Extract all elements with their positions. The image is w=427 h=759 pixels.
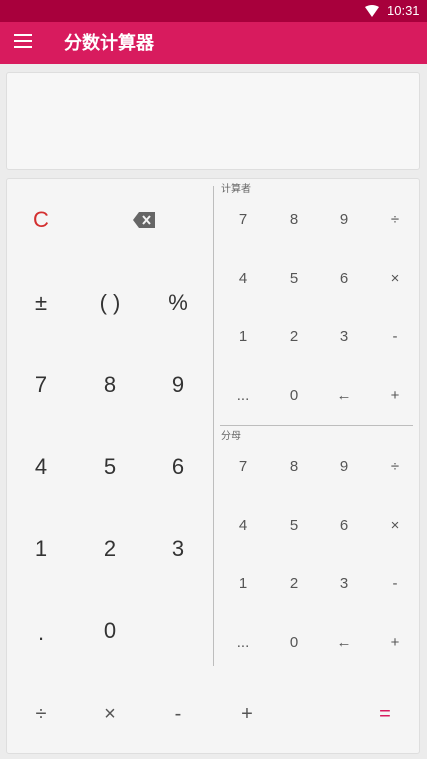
horizontal-divider <box>220 425 413 426</box>
decimal-button[interactable]: . <box>16 613 66 653</box>
denominator-key-3[interactable]: ÷ <box>375 452 415 482</box>
numerator-key-2[interactable]: 9 <box>324 205 364 235</box>
percent-button[interactable]: % <box>153 283 203 323</box>
clear-button[interactable]: C <box>16 200 66 240</box>
denominator-key-1[interactable]: 8 <box>274 452 314 482</box>
divide-button[interactable]: ÷ <box>19 696 63 732</box>
denominator-key-5[interactable]: 5 <box>274 511 314 541</box>
numerator-key-11[interactable]: - <box>375 322 415 352</box>
vertical-divider <box>213 186 214 666</box>
numerator-label: 计算者 <box>221 184 251 195</box>
app-bar: 分数计算器 <box>0 22 427 64</box>
minus-button[interactable]: - <box>156 696 200 732</box>
digit-8-button[interactable]: 8 <box>85 365 135 405</box>
status-bar: 10:31 <box>0 0 427 22</box>
numerator-key-12[interactable]: ... <box>223 381 263 411</box>
denominator-label: 分母 <box>221 431 241 442</box>
wifi-icon <box>365 5 379 17</box>
digit-4-button[interactable]: 4 <box>16 447 66 487</box>
denominator-key-2[interactable]: 9 <box>324 452 364 482</box>
digit-6-button[interactable]: 6 <box>153 447 203 487</box>
numerator-key-0[interactable]: 7 <box>223 205 263 235</box>
digit-9-button[interactable]: 9 <box>153 365 203 405</box>
result-display <box>6 72 420 170</box>
numerator-key-4[interactable]: 4 <box>223 264 263 294</box>
denominator-key-15[interactable]: + <box>375 628 415 658</box>
numerator-key-13[interactable]: 0 <box>274 381 314 411</box>
denominator-key-13[interactable]: 0 <box>274 628 314 658</box>
numerator-key-6[interactable]: 6 <box>324 264 364 294</box>
numerator-key-8[interactable]: 1 <box>223 322 263 352</box>
numerator-key-1[interactable]: 8 <box>274 205 314 235</box>
status-time: 10:31 <box>387 3 420 18</box>
denominator-key-11[interactable]: - <box>375 569 415 599</box>
parentheses-button[interactable]: ( ) <box>85 283 135 323</box>
page-title: 分数计算器 <box>64 33 154 53</box>
digit-2-button[interactable]: 2 <box>85 529 135 569</box>
denominator-key-14[interactable]: ← <box>324 628 364 658</box>
numerator-key-9[interactable]: 2 <box>274 322 314 352</box>
denominator-key-0[interactable]: 7 <box>223 452 263 482</box>
denominator-key-9[interactable]: 2 <box>274 569 314 599</box>
digit-5-button[interactable]: 5 <box>85 447 135 487</box>
digit-1-button[interactable]: 1 <box>16 529 66 569</box>
numerator-key-3[interactable]: ÷ <box>375 205 415 235</box>
backspace-icon[interactable] <box>133 212 155 228</box>
digit-7-button[interactable]: 7 <box>16 365 66 405</box>
denominator-key-4[interactable]: 4 <box>223 511 263 541</box>
numerator-key-15[interactable]: + <box>375 381 415 411</box>
equals-button[interactable]: = <box>363 696 407 732</box>
denominator-key-8[interactable]: 1 <box>223 569 263 599</box>
denominator-key-7[interactable]: × <box>375 511 415 541</box>
denominator-key-12[interactable]: ... <box>223 628 263 658</box>
plus-button[interactable]: + <box>225 696 269 732</box>
numerator-key-7[interactable]: × <box>375 264 415 294</box>
numerator-key-14[interactable]: ← <box>324 381 364 411</box>
denominator-key-6[interactable]: 6 <box>324 511 364 541</box>
plus-minus-button[interactable]: ± <box>16 283 66 323</box>
numerator-key-10[interactable]: 3 <box>324 322 364 352</box>
menu-icon[interactable] <box>14 34 34 52</box>
numerator-key-5[interactable]: 5 <box>274 264 314 294</box>
digit-0-button[interactable]: 0 <box>85 611 135 651</box>
multiply-button[interactable]: × <box>88 696 132 732</box>
digit-3-button[interactable]: 3 <box>153 529 203 569</box>
denominator-key-10[interactable]: 3 <box>324 569 364 599</box>
